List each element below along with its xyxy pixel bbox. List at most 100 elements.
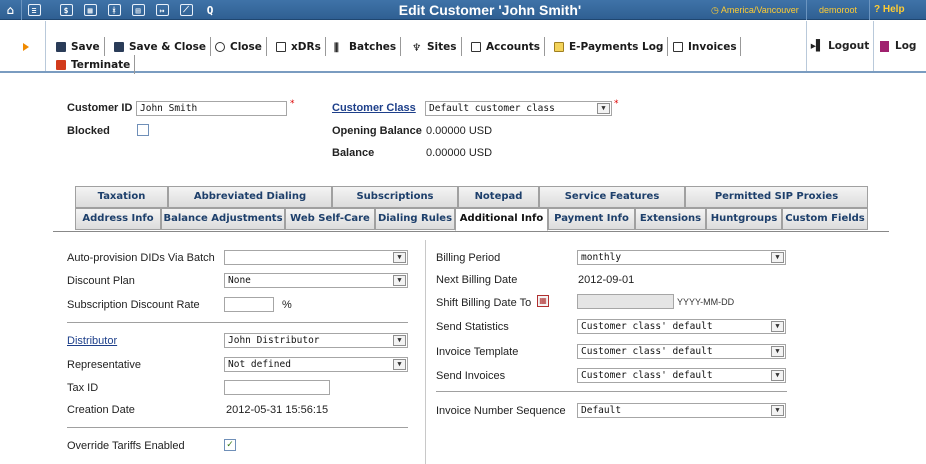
blocked-label: Blocked bbox=[67, 125, 110, 137]
arrow-right-icon bbox=[23, 43, 29, 51]
save-close-button[interactable]: Save & Close bbox=[110, 37, 211, 56]
customer-class-link[interactable]: Customer Class bbox=[332, 102, 416, 114]
dollar-icon[interactable]: $ bbox=[55, 0, 77, 20]
card-icon[interactable]: ▤ bbox=[127, 0, 149, 20]
grid-icon[interactable]: ▦ bbox=[79, 0, 101, 20]
distributor-link[interactable]: Distributor bbox=[67, 335, 117, 347]
chevron-down-icon: ▼ bbox=[771, 321, 784, 332]
toolbar-toggle[interactable] bbox=[0, 21, 46, 71]
distributor-select[interactable]: John Distributor ▼ bbox=[224, 333, 408, 348]
close-circle-icon bbox=[215, 41, 225, 52]
tab-huntgroups[interactable]: Huntgroups bbox=[706, 208, 782, 230]
send-invoices-select[interactable]: Customer class' default ▼ bbox=[577, 368, 786, 383]
chevron-down-icon: ▼ bbox=[393, 252, 406, 263]
invoice-seq-value: Default bbox=[581, 405, 622, 416]
invoice-template-select[interactable]: Customer class' default ▼ bbox=[577, 344, 786, 359]
timezone-text: America/Vancouver bbox=[720, 5, 799, 15]
auto-provision-label: Auto-provision DIDs Via Batch bbox=[67, 252, 215, 264]
batches-button[interactable]: ⫼ Batches bbox=[330, 37, 402, 56]
send-statistics-select[interactable]: Customer class' default ▼ bbox=[577, 319, 786, 334]
shift-billing-input[interactable] bbox=[577, 294, 674, 309]
date-format-hint: YYYY-MM-DD bbox=[677, 297, 735, 307]
percent-sign: % bbox=[282, 299, 292, 311]
tab-notepad[interactable]: Notepad bbox=[458, 186, 539, 208]
required-marker: * bbox=[614, 99, 619, 109]
section-divider bbox=[67, 427, 408, 428]
accounts-button[interactable]: Accounts bbox=[467, 37, 546, 56]
billing-period-select[interactable]: monthly ▼ bbox=[577, 250, 786, 265]
save-button[interactable]: Save bbox=[52, 37, 105, 56]
list-icon[interactable]: ≡ bbox=[23, 0, 45, 20]
log-button[interactable]: Log bbox=[880, 21, 916, 71]
tab-custom-fields[interactable]: Custom Fields bbox=[782, 208, 868, 230]
tab-taxation[interactable]: Taxation bbox=[75, 186, 168, 208]
tab-dialing-rules[interactable]: Dialing Rules bbox=[375, 208, 455, 230]
x-icon bbox=[56, 59, 66, 70]
override-tariffs-checkbox[interactable]: ✓ bbox=[224, 439, 236, 451]
help-icon: ? bbox=[874, 4, 883, 15]
chart-icon[interactable]: ⟋ bbox=[175, 0, 197, 20]
xdrs-button[interactable]: xDRs bbox=[272, 37, 326, 56]
invoice-seq-select[interactable]: Default ▼ bbox=[577, 403, 786, 418]
close-label: Close bbox=[230, 40, 262, 53]
sites-icon: ♆ bbox=[412, 41, 422, 54]
home-icon[interactable]: ⌂ bbox=[0, 0, 22, 20]
epayments-log-button[interactable]: E-Payments Log bbox=[550, 37, 669, 56]
invoices-button[interactable]: Invoices bbox=[669, 37, 741, 56]
calendar-icon[interactable]: ▦ bbox=[537, 295, 549, 307]
balance-value: 0.00000 USD bbox=[426, 147, 493, 159]
chevron-down-icon: ▼ bbox=[393, 359, 406, 370]
invoice-template-label: Invoice Template bbox=[436, 346, 519, 358]
help-link[interactable]: ? Help bbox=[874, 0, 905, 20]
tab-address-info[interactable]: Address Info bbox=[75, 208, 161, 230]
timezone-label[interactable]: ◷ America/Vancouver bbox=[711, 0, 799, 20]
action-toolbar: Save Save & Close Close xDRs ⫼ Batches ♆ S… bbox=[0, 21, 926, 74]
help-text: Help bbox=[882, 4, 905, 15]
section-divider bbox=[436, 391, 787, 392]
subscription-discount-input[interactable] bbox=[224, 297, 274, 312]
search-icon[interactable]: Q bbox=[199, 0, 221, 20]
next-billing-label: Next Billing Date bbox=[436, 274, 518, 286]
tab-abbreviated-dialing[interactable]: Abbreviated Dialing bbox=[168, 186, 332, 208]
batches-label: Batches bbox=[349, 40, 397, 53]
close-button[interactable]: Close bbox=[211, 37, 267, 56]
discount-plan-select[interactable]: None ▼ bbox=[224, 273, 408, 288]
tab-extensions[interactable]: Extensions bbox=[635, 208, 706, 230]
tab-service-features[interactable]: Service Features bbox=[539, 186, 685, 208]
discount-plan-value: None bbox=[228, 275, 251, 286]
terminate-button[interactable]: Terminate bbox=[52, 55, 136, 74]
balance-label: Balance bbox=[332, 147, 375, 159]
tab-additional-info[interactable]: Additional Info bbox=[455, 208, 548, 231]
invoice-icon bbox=[673, 41, 683, 52]
customer-class-select[interactable]: Default customer class ▼ bbox=[425, 101, 612, 116]
auto-provision-select[interactable]: ▼ bbox=[224, 250, 408, 265]
chevron-down-icon: ▼ bbox=[597, 103, 610, 114]
chevron-down-icon: ▼ bbox=[771, 405, 784, 416]
person-icon[interactable]: ᚼ bbox=[103, 0, 125, 20]
disk-icon bbox=[114, 41, 124, 52]
column-divider bbox=[425, 240, 426, 464]
tab-payment-info[interactable]: Payment Info bbox=[548, 208, 635, 230]
tab-web-self-care[interactable]: Web Self-Care bbox=[285, 208, 375, 230]
tab-permitted-sip-proxies[interactable]: Permitted SIP Proxies bbox=[685, 186, 868, 208]
tab-balance-adjustments[interactable]: Balance Adjustments bbox=[161, 208, 285, 230]
invoices-label: Invoices bbox=[688, 40, 737, 53]
tax-id-input[interactable] bbox=[224, 380, 330, 395]
blocked-checkbox[interactable] bbox=[137, 124, 149, 136]
transfer-icon[interactable]: ↦ bbox=[151, 0, 173, 20]
tab-subscriptions[interactable]: Subscriptions bbox=[332, 186, 458, 208]
invoice-template-value: Customer class' default bbox=[581, 346, 713, 357]
logout-button[interactable]: ▸▌ Logout bbox=[806, 21, 874, 71]
xdrs-label: xDRs bbox=[291, 40, 321, 53]
next-billing-value: 2012-09-01 bbox=[578, 274, 635, 286]
send-invoices-value: Customer class' default bbox=[581, 370, 713, 381]
user-name[interactable]: demoroot bbox=[806, 0, 870, 20]
sites-button[interactable]: ♆ Sites bbox=[408, 37, 462, 56]
customer-id-input[interactable]: John Smith bbox=[136, 101, 287, 116]
page-title: Edit Customer 'John Smith' bbox=[398, 2, 582, 18]
chevron-down-icon: ▼ bbox=[771, 346, 784, 357]
representative-select[interactable]: Not defined ▼ bbox=[224, 357, 408, 372]
invoice-seq-label: Invoice Number Sequence bbox=[436, 405, 566, 417]
required-marker: * bbox=[290, 99, 295, 109]
tab-divider bbox=[53, 231, 889, 232]
